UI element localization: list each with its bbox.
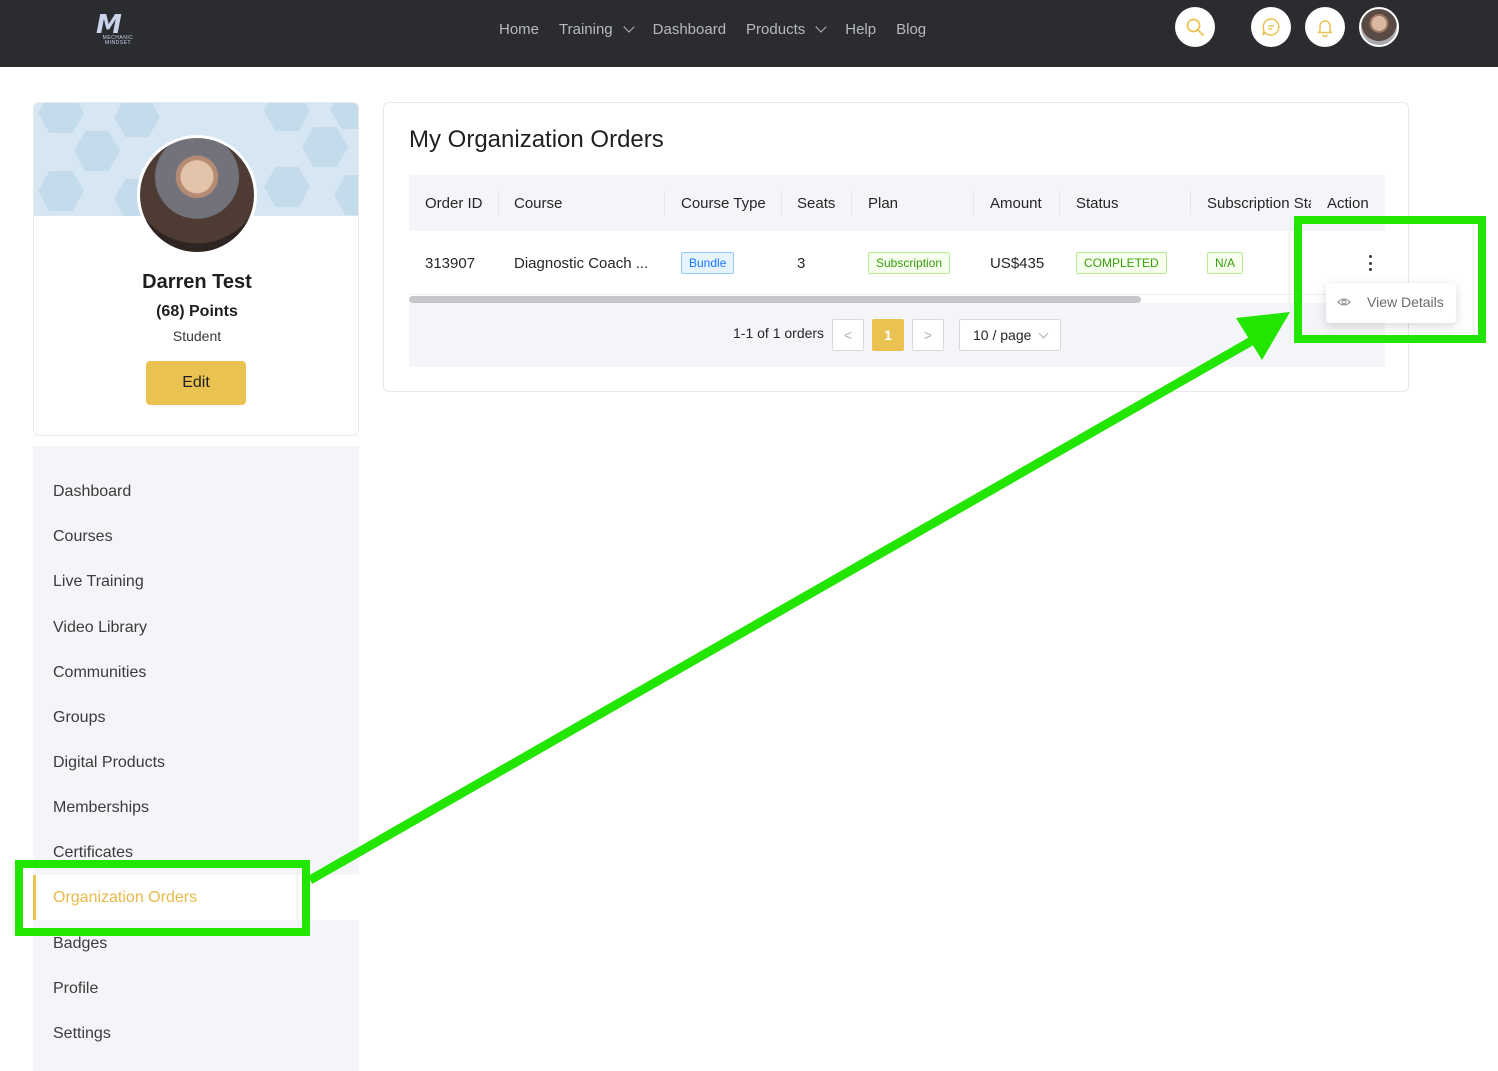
nav-help[interactable]: Help <box>845 21 876 38</box>
nav-dashboard[interactable]: Dashboard <box>653 21 726 38</box>
top-navbar: M MECHANIC MINDSET Home Training Dashboa… <box>0 0 1498 67</box>
notifications-button[interactable] <box>1305 7 1345 47</box>
cell-order-id: 313907 <box>425 254 476 272</box>
sidebar-menu: Dashboard Courses Live Training Video Li… <box>33 446 359 1071</box>
profile-avatar <box>137 135 257 255</box>
subscription-status-badge: N/A <box>1207 252 1244 274</box>
brand-logo[interactable]: M MECHANIC MINDSET <box>88 10 144 50</box>
column-course: Course <box>514 194 563 212</box>
table-header: Order ID Course Course Type Seats Plan A… <box>409 175 1385 231</box>
next-page-button[interactable]: > <box>912 319 944 351</box>
page-1-button[interactable]: 1 <box>872 319 904 351</box>
profile-role: Student <box>172 328 222 344</box>
pagination-summary: 1-1 of 1 orders <box>733 325 825 341</box>
cell-plan: Subscription <box>868 231 951 295</box>
table-horizontal-scrollbar[interactable] <box>409 296 1141 303</box>
sidebar-item-badges[interactable]: Badges <box>33 921 359 966</box>
orders-card: My Organization Orders Order ID Course C… <box>383 102 1409 392</box>
chevron-down-icon <box>622 20 635 33</box>
sidebar-item-certificates[interactable]: Certificates <box>33 830 359 875</box>
logo-text: MECHANIC MINDSET <box>102 35 134 46</box>
chat-icon <box>1262 18 1280 36</box>
annotation-arrow-line <box>307 331 1265 884</box>
column-subscription-status: Subscription Sta <box>1207 194 1311 212</box>
course-type-badge: Bundle <box>681 252 735 274</box>
sidebar-item-groups[interactable]: Groups <box>33 695 359 740</box>
sidebar-item-digital-products[interactable]: Digital Products <box>33 740 359 785</box>
page-size-select[interactable]: 10 / page <box>959 319 1061 351</box>
profile-card: Darren Test (68) Points Student Edit <box>33 102 359 436</box>
search-icon <box>1186 18 1204 36</box>
nav-blog[interactable]: Blog <box>896 21 926 38</box>
nav-products[interactable]: Products <box>746 20 827 38</box>
view-details-label: View Details <box>1367 294 1444 310</box>
nav-training[interactable]: Training <box>559 20 635 38</box>
sidebar-item-video-library[interactable]: Video Library <box>33 605 359 650</box>
cell-course-type: Bundle <box>681 231 735 295</box>
nav-home[interactable]: Home <box>499 21 539 38</box>
sidebar-item-profile[interactable]: Profile <box>33 966 359 1011</box>
cell-status: COMPLETED <box>1076 231 1167 295</box>
column-plan: Plan <box>868 194 899 212</box>
cell-seats: 3 <box>797 254 806 272</box>
sidebar-item-dashboard[interactable]: Dashboard <box>33 469 359 514</box>
column-amount: Amount <box>990 194 1042 212</box>
column-seats: Seats <box>797 194 836 212</box>
chevron-down-icon <box>1038 328 1049 339</box>
sidebar-item-memberships[interactable]: Memberships <box>33 785 359 830</box>
column-action: Action <box>1327 194 1369 212</box>
table-row: 313907 Diagnostic Coach ... Bundle 3 Sub… <box>409 231 1385 295</box>
search-button[interactable] <box>1175 7 1215 47</box>
cell-course[interactable]: Diagnostic Coach ... <box>514 231 648 295</box>
plan-badge: Subscription <box>868 252 951 274</box>
column-order-id: Order ID <box>425 194 483 212</box>
main-nav: Home Training Dashboard Products Help Bl… <box>499 19 946 39</box>
edit-profile-button[interactable]: Edit <box>146 361 246 405</box>
bell-icon <box>1317 20 1333 37</box>
status-badge: COMPLETED <box>1076 252 1167 274</box>
chevron-down-icon <box>815 20 827 33</box>
cell-subscription-status: N/A <box>1207 231 1244 295</box>
pagination: 1-1 of 1 orders < 1 > 10 / page <box>409 303 1385 367</box>
cell-amount: US$435 <box>990 254 1045 272</box>
more-actions-icon[interactable] <box>1366 253 1374 273</box>
eye-icon <box>1337 298 1351 306</box>
sidebar-item-organization-orders[interactable]: Organization Orders <box>33 875 359 920</box>
sidebar-item-courses[interactable]: Courses <box>33 514 359 559</box>
profile-points: (68) Points <box>156 303 238 320</box>
sidebar-item-live-training[interactable]: Live Training <box>33 559 359 604</box>
page-title: My Organization Orders <box>409 126 664 153</box>
column-course-type: Course Type <box>681 194 766 212</box>
user-avatar[interactable] <box>1359 7 1399 47</box>
messages-button[interactable] <box>1251 7 1291 47</box>
sidebar-item-settings[interactable]: Settings <box>33 1011 359 1056</box>
column-status: Status <box>1076 194 1119 212</box>
sidebar-item-communities[interactable]: Communities <box>33 650 359 695</box>
profile-name: Darren Test <box>142 271 252 293</box>
view-details-menu-item[interactable]: View Details <box>1326 283 1456 323</box>
prev-page-button[interactable]: < <box>832 319 864 351</box>
